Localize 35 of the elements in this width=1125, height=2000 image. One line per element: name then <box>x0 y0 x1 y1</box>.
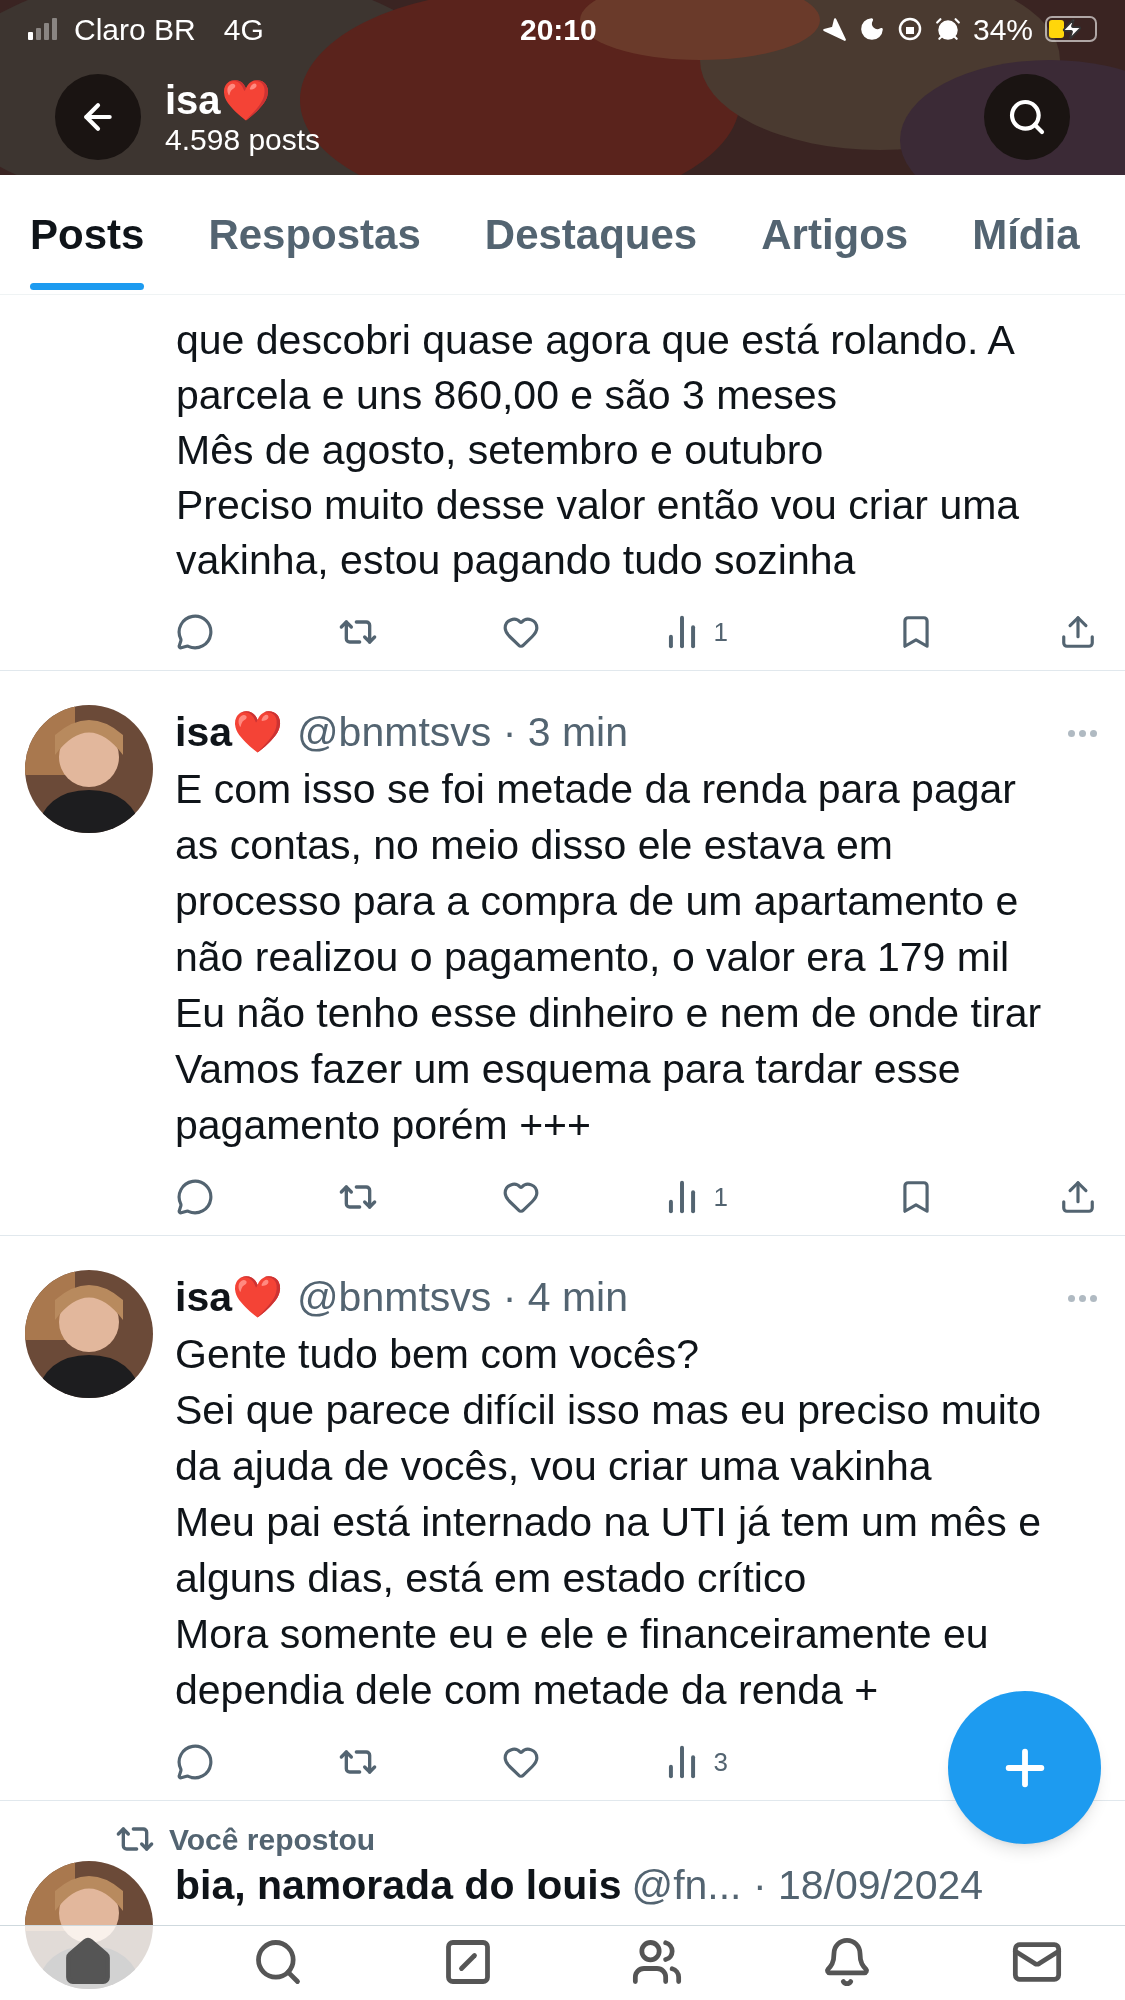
post-text: E com isso se foi metade da renda para pagar as contas, no meio disso ele estava em processo para a compra de um apartamento e não realizou o pagamento, o valor era 179 mil Eu não tenho esse dinheiro e nem de onde tirar Vamos fazer um esquema para tardar esse pagamento porém +++ <box>175 765 1043 1150</box>
profile-tab[interactable]: Destaques <box>484 175 698 294</box>
author-name: isa❤ <box>175 1273 283 1323</box>
post-meta: @bnmtsvs · 4 min <box>297 1273 628 1323</box>
battery-level <box>1049 20 1064 38</box>
share-icon[interactable] <box>1059 613 1097 651</box>
rotation-lock-icon <box>896 16 923 42</box>
view-count: 3 <box>713 1745 728 1779</box>
reply-icon[interactable] <box>176 1178 214 1216</box>
battery-percent: 34% <box>972 11 1033 48</box>
moon-icon <box>858 16 885 42</box>
profile-tab[interactable]: Artigos <box>761 175 909 294</box>
view-count: 1 <box>713 615 728 649</box>
post-text: Gente tudo bem com vocês? Sei que parece difícil isso mas eu preciso muito da ajuda de vocês, vou criar uma vakinha Meu pai está internado na UTI já tem um mês e alguns dias, está em estado crítico Mora somente eu e ele e financeiramente eu dependia dele com metade da renda + <box>175 1330 1042 1715</box>
reply-icon[interactable] <box>176 613 214 651</box>
share-icon[interactable] <box>1059 1178 1097 1216</box>
profile-tab[interactable]: Mídia <box>972 175 1080 294</box>
post-meta: @fn... · 18/09/2024 <box>631 1861 984 1911</box>
author-name: isa❤ <box>175 708 283 758</box>
profile-tab[interactable]: Posts <box>30 175 145 294</box>
profile-name: isa❤ <box>165 76 272 123</box>
network-type: 4G <box>223 11 264 48</box>
reply-icon[interactable] <box>176 1743 214 1781</box>
repost-label: Você repostou <box>169 1821 376 1858</box>
profile-tab[interactable]: Respostas <box>208 175 421 294</box>
author-name: bia, namorada do louis <box>175 1861 622 1911</box>
post-count: 4.598 posts <box>165 122 321 157</box>
alarm-icon <box>934 16 961 42</box>
view-count: 1 <box>713 1180 728 1214</box>
location-icon <box>820 16 847 42</box>
post-meta: @bnmtsvs · 3 min <box>297 708 628 758</box>
clock-time: 20:10 <box>520 11 597 48</box>
signal-icon <box>28 18 58 40</box>
carrier-name: Claro BR <box>74 11 196 48</box>
post-text: que descobri quase agora que está rolando. A parcela e uns 860,00 e são 3 meses Mês de agosto, setembro e outubro Preciso muito desse valor então vou criar uma vakinha, estou pagando tudo sozinha <box>176 316 1021 585</box>
